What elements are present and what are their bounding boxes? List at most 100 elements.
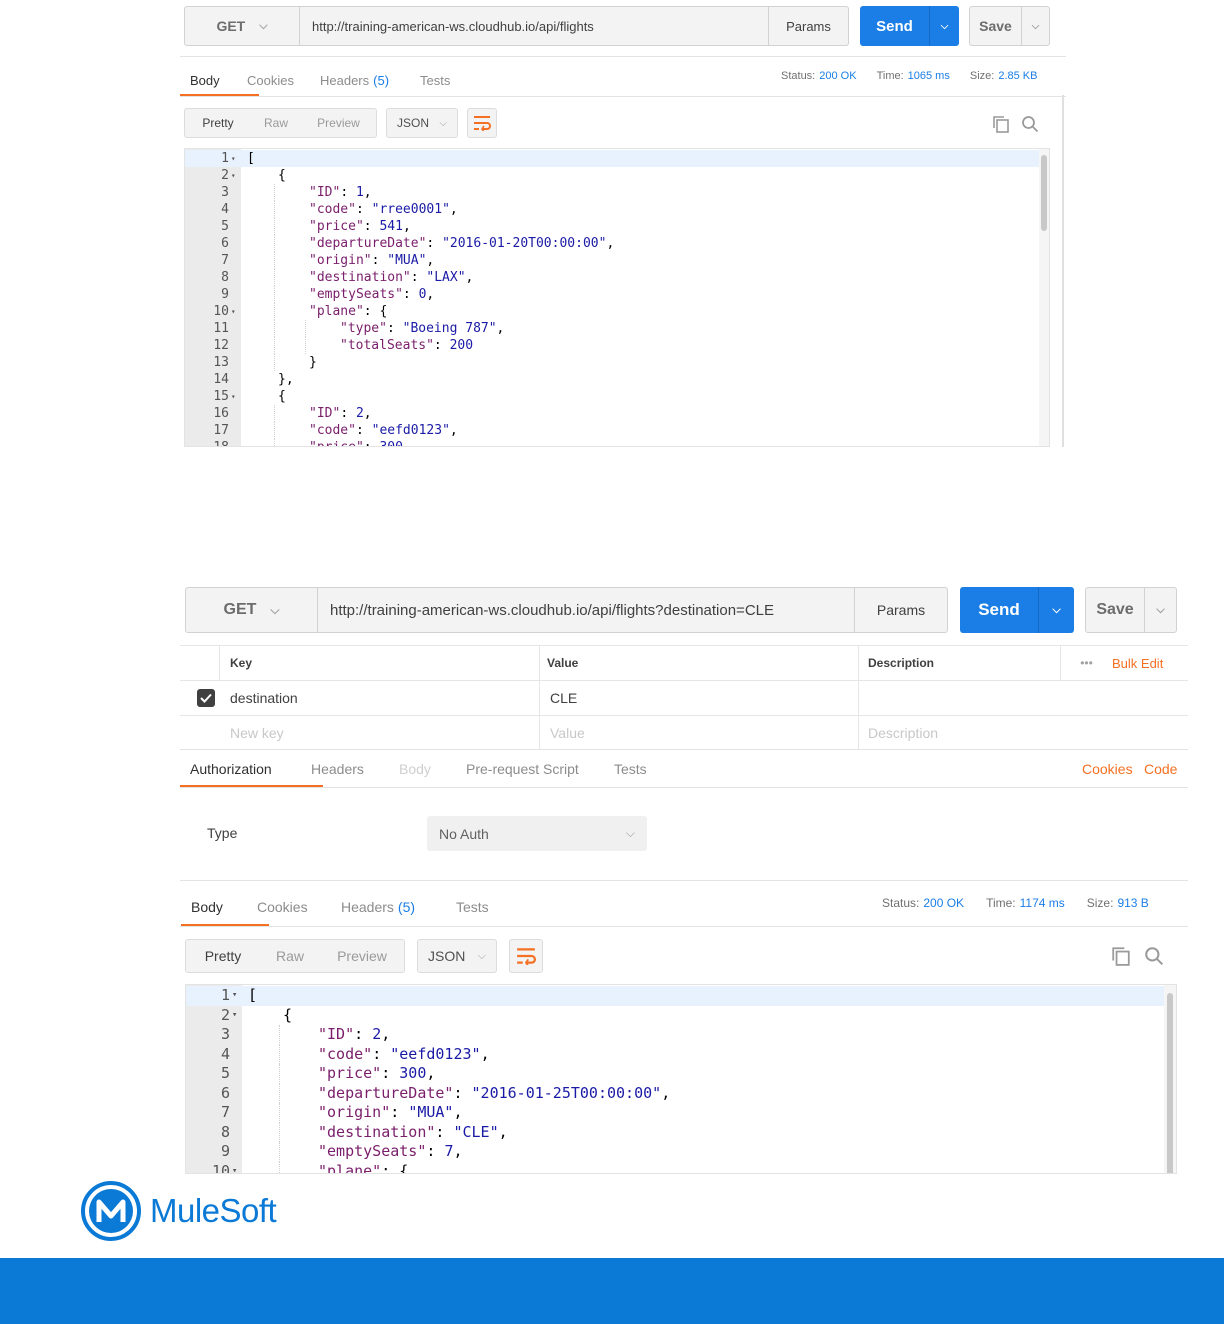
code-text: "ID": 1, [309, 184, 372, 201]
view-pretty[interactable]: Pretty [185, 109, 251, 137]
send-button[interactable]: Send ⌵ [860, 6, 959, 46]
code-token: "price" [318, 1064, 382, 1082]
save-dropdown-icon[interactable]: ⌵ [1021, 7, 1049, 45]
code-token: : { [363, 304, 388, 319]
scrollbar[interactable] [1039, 149, 1049, 446]
code-line: 8 "destination": "LAX", [185, 269, 1049, 286]
code-token: "rree0001" [371, 202, 450, 217]
code-token: { [283, 1005, 293, 1024]
param-key[interactable]: destination [220, 681, 540, 715]
fold-arrow-icon[interactable]: ▾ [232, 1006, 237, 1026]
fold-arrow-icon[interactable]: ▾ [231, 303, 236, 320]
new-value-input[interactable]: Value [540, 716, 859, 750]
bottom-panel: GET ⌵ http://training-american-ws.cloudh… [180, 581, 1188, 1174]
fold-arrow-icon[interactable]: ▾ [232, 1162, 237, 1174]
search-icon[interactable] [1019, 113, 1041, 135]
code-text: "destination": "LAX", [309, 269, 473, 286]
url-input[interactable]: http://training-american-ws.cloudhub.io/… [318, 587, 855, 633]
wrap-lines-button[interactable] [509, 939, 543, 973]
fold-arrow-icon[interactable]: ▾ [231, 388, 236, 405]
indent-guide [274, 269, 275, 286]
send-dropdown-icon[interactable]: ⌵ [1038, 587, 1074, 633]
view-raw[interactable]: Raw [260, 940, 320, 972]
tab-tests[interactable]: Tests [614, 751, 664, 787]
code-token: "LAX" [426, 270, 466, 285]
code-text: "price": 541, [309, 218, 411, 235]
new-key-input[interactable]: New key [220, 716, 540, 750]
view-preview[interactable]: Preview [320, 940, 404, 972]
format-select[interactable]: JSON ⌵ [417, 939, 497, 973]
tab-cookies[interactable]: Cookies [257, 888, 341, 926]
fold-arrow-icon[interactable]: ▾ [232, 986, 237, 1006]
method-select[interactable]: GET ⌵ [184, 6, 300, 46]
send-button[interactable]: Send ⌵ [960, 587, 1074, 633]
method-select[interactable]: GET ⌵ [185, 587, 318, 633]
line-number: 6 [221, 236, 229, 251]
save-label: Save [1096, 601, 1134, 618]
search-icon[interactable] [1142, 944, 1166, 968]
scrollbar-thumb[interactable] [1041, 155, 1047, 231]
format-select[interactable]: JSON ⌵ [386, 108, 458, 138]
code-token: : [433, 338, 450, 353]
scrollbar[interactable] [1164, 985, 1176, 1173]
fold-arrow-icon[interactable]: ▾ [231, 150, 236, 167]
code-token: "origin" [318, 1103, 391, 1121]
tab-body[interactable]: Body [399, 751, 466, 787]
tab-body[interactable]: Body [180, 64, 259, 97]
tab-tests[interactable]: Tests [420, 64, 470, 96]
tab-tests[interactable]: Tests [456, 888, 511, 926]
code-token: "code" [318, 1044, 373, 1063]
params-button[interactable]: Params [855, 587, 948, 633]
view-pretty[interactable]: Pretty [186, 940, 260, 972]
code-token: "departureDate" [309, 236, 427, 251]
url-input[interactable]: http://training-american-ws.cloudhub.io/… [300, 6, 769, 46]
view-raw[interactable]: Raw [251, 109, 301, 137]
divider [180, 787, 1188, 788]
auth-type-select[interactable]: No Auth ⌵ [427, 816, 647, 851]
tab-body[interactable]: Body [181, 888, 269, 927]
divider [180, 880, 1188, 881]
code-line: 7 "origin": "MUA", [185, 252, 1049, 269]
brand-name: MuleSoft [150, 1192, 277, 1229]
code-text: }, [278, 371, 294, 388]
code-link[interactable]: Code [1144, 761, 1177, 777]
code-token: , [381, 1025, 391, 1043]
more-options-icon[interactable]: ••• [1060, 646, 1112, 680]
indent-guide [274, 201, 275, 218]
tab-label: Tests [456, 899, 489, 915]
line-number: 2 [221, 168, 229, 183]
save-dropdown-icon[interactable]: ⌵ [1144, 588, 1176, 632]
new-description-input[interactable]: Description [859, 716, 1188, 750]
params-button[interactable]: Params [769, 6, 849, 46]
tab-headers[interactable]: Headers (5) [341, 888, 456, 926]
send-dropdown-icon[interactable]: ⌵ [929, 6, 959, 46]
tab-cookies[interactable]: Cookies [247, 64, 320, 96]
code-token: : [381, 1064, 400, 1082]
code-text: "origin": "MUA", [318, 1103, 463, 1123]
cookies-link[interactable]: Cookies [1082, 761, 1133, 777]
copy-icon[interactable] [1109, 944, 1133, 968]
view-preview[interactable]: Preview [301, 109, 376, 137]
save-button[interactable]: Save ⌵ [1085, 587, 1177, 633]
param-checkbox[interactable] [197, 689, 215, 707]
tab-authorization[interactable]: Authorization [180, 751, 323, 788]
code-token: "MUA" [408, 1103, 454, 1121]
fold-arrow-icon[interactable]: ▾ [231, 167, 236, 184]
wrap-lines-button[interactable] [467, 108, 497, 138]
save-button[interactable]: Save ⌵ [969, 6, 1050, 46]
tab-headers[interactable]: Headers [311, 751, 399, 787]
response-editor[interactable]: 1 ▾[2 ▾{3 "ID": 2, 4 "code": "eefd0123", 5 "pri… [185, 984, 1177, 1174]
code-token: : [410, 270, 427, 285]
bulk-edit-link[interactable]: Bulk Edit [1112, 646, 1188, 680]
params-header-row: Key Value Description ••• Bulk Edit [180, 646, 1188, 681]
param-value[interactable]: CLE [540, 681, 859, 715]
copy-icon[interactable] [990, 113, 1012, 135]
time-label: Time: [876, 70, 904, 82]
code-text: "code": "eefd0123", [318, 1045, 490, 1065]
tab-pre-request-script[interactable]: Pre-request Script [466, 751, 614, 787]
param-description[interactable] [859, 681, 1188, 715]
code-text: "departureDate": "2016-01-20T00:00:00", [309, 235, 614, 252]
response-editor[interactable]: 1 ▾[2 ▾{3 "ID": 1, 4 "code": "rree0001", 5 "pri… [184, 148, 1050, 447]
tab-headers[interactable]: Headers (5) [320, 64, 420, 96]
scrollbar-thumb[interactable] [1167, 993, 1173, 1173]
